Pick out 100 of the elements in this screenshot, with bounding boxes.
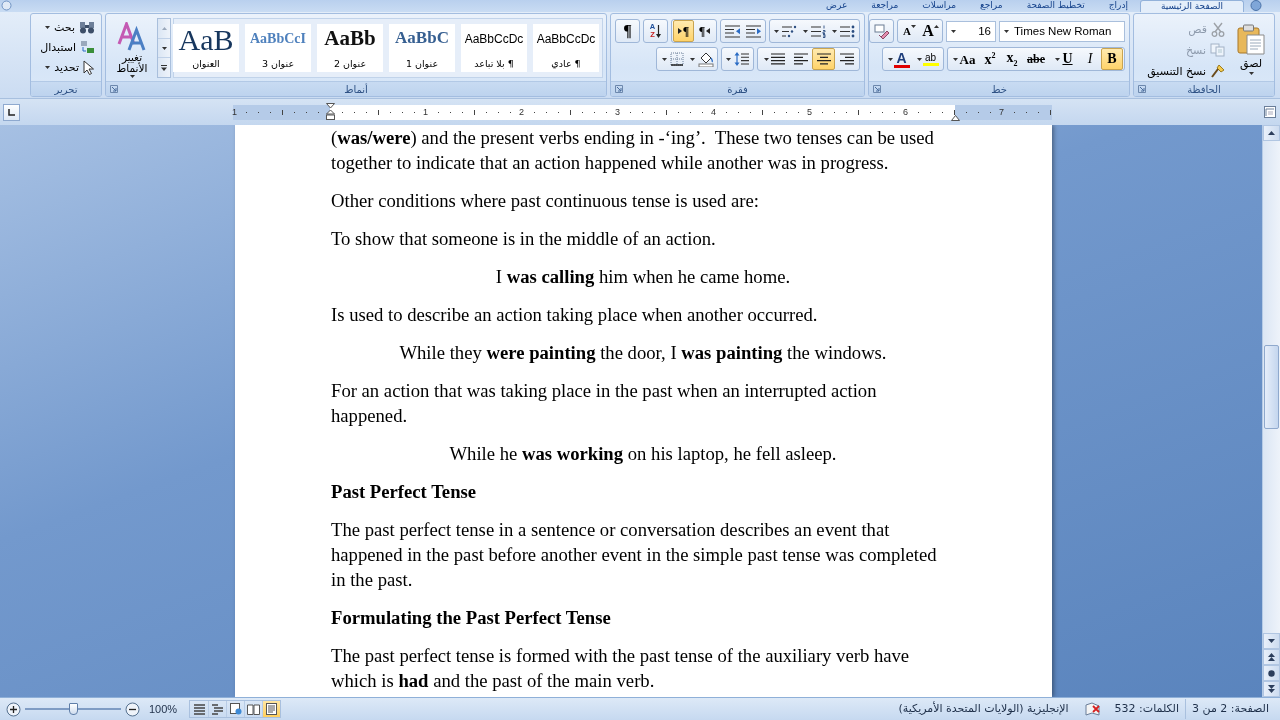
caret-icon xyxy=(774,29,779,33)
print-layout-button[interactable] xyxy=(262,701,281,717)
font-name-dropdown[interactable]: Times New Roman xyxy=(999,20,1125,42)
dialog-launcher-icon[interactable] xyxy=(873,85,881,93)
ribbon-tab[interactable]: مراجع xyxy=(968,0,1015,12)
ribbon-tab[interactable]: الصفحة الرئيسية xyxy=(1139,0,1244,12)
triangle-icon xyxy=(706,28,711,34)
change-case-button[interactable]: Aa xyxy=(949,48,979,70)
line-spacing-icon xyxy=(734,52,749,66)
language-indicator[interactable]: الإنجليزية (الولايات المتحدة الأمريكية) xyxy=(892,699,1079,719)
group-title: أنماط xyxy=(344,82,368,96)
format-painter-button[interactable]: نسخ التنسيق xyxy=(1144,61,1228,81)
shrink-font-button[interactable]: A xyxy=(899,20,920,42)
ribbon-tab[interactable]: مراسلات xyxy=(910,0,968,12)
indent-marker-icon[interactable] xyxy=(951,114,960,121)
minus-icon xyxy=(125,701,140,717)
scroll-down-button[interactable] xyxy=(1263,633,1280,649)
group-title: خط xyxy=(991,82,1007,96)
triangle-icon xyxy=(677,28,682,34)
right-to-left-button[interactable]: ¶ xyxy=(694,20,715,42)
ruler-toggle-button[interactable] xyxy=(1263,105,1277,119)
caret-icon xyxy=(1004,29,1009,33)
ruler-number: 1 xyxy=(232,105,237,118)
scroll-thumb[interactable] xyxy=(1264,345,1279,429)
font-size-dropdown[interactable]: 16 xyxy=(946,20,996,42)
down-arrow-icon xyxy=(656,24,662,38)
justify-icon xyxy=(770,53,785,65)
strikethrough-button[interactable]: abe xyxy=(1023,48,1049,70)
zoom-level[interactable]: 100% xyxy=(141,699,186,719)
underline-button[interactable]: U xyxy=(1049,48,1079,70)
copy-icon xyxy=(1210,43,1225,57)
caret-icon xyxy=(916,57,922,61)
grow-font-button[interactable]: A xyxy=(920,20,941,42)
bold-button[interactable]: B xyxy=(1101,48,1123,70)
up-caret-icon xyxy=(933,25,939,28)
caret-icon xyxy=(832,29,837,33)
italic-button[interactable]: I xyxy=(1079,48,1101,70)
ribbon-tab[interactable]: عرض xyxy=(814,0,860,12)
ruler-number: 1 xyxy=(423,105,428,118)
center-button[interactable] xyxy=(812,48,835,70)
next-page-button[interactable] xyxy=(1263,681,1280,697)
caret-icon xyxy=(1248,72,1254,75)
ribbon-tab[interactable]: مراجعة xyxy=(859,0,911,12)
subscript-button[interactable]: x$_{2}$ xyxy=(1001,48,1023,70)
superscript-button[interactable]: x$^{2}$ xyxy=(979,48,1001,70)
group-title: تحرير xyxy=(54,82,78,96)
select-button[interactable]: تحديد xyxy=(42,57,98,77)
group-title: الحافظة xyxy=(1187,82,1221,96)
font-color-button[interactable]: A xyxy=(884,48,913,70)
binoculars-icon xyxy=(79,20,95,34)
zoom-slider[interactable] xyxy=(25,702,121,716)
caret-icon xyxy=(129,74,135,78)
word-count[interactable]: الكلمات: 532 xyxy=(1108,699,1185,719)
paragraph: For an action that was taking place in the past when an interrupted action happened. xyxy=(331,379,878,428)
page-count[interactable]: الصفحة: 2 من 3 xyxy=(1185,699,1275,719)
border-grid-icon xyxy=(669,52,684,66)
replace-button[interactable]: استبدال xyxy=(37,37,98,57)
replace-icon xyxy=(80,40,95,54)
proofing-icon[interactable] xyxy=(1084,702,1101,716)
up-arrow-icon xyxy=(1268,131,1275,135)
caret-icon xyxy=(45,65,51,69)
outline-icon xyxy=(212,703,224,715)
tab-selector-button[interactable] xyxy=(3,103,20,121)
full-screen-reading-button[interactable] xyxy=(244,701,263,717)
web-page-icon xyxy=(229,703,242,715)
ribbon-tab[interactable]: تخطيط الصفحة xyxy=(1014,0,1097,12)
highlight-button[interactable]: ab xyxy=(913,48,942,70)
scissors-icon xyxy=(1211,21,1225,37)
vertical-scrollbar[interactable] xyxy=(1262,125,1280,697)
plus-icon xyxy=(6,701,21,717)
dialog-launcher-icon[interactable] xyxy=(1138,85,1146,93)
zoom-out-button[interactable] xyxy=(124,700,141,718)
paragraph: The past perfect tense is formed with the past tense of the auxiliary verb have which is had and the past of the main verb. xyxy=(331,644,911,693)
paragraph: To show that someone is in the middle of an action. xyxy=(331,227,717,251)
browse-object-button[interactable] xyxy=(1263,665,1280,681)
paste-button[interactable]: لصق xyxy=(1232,19,1270,79)
find-button[interactable]: بحث xyxy=(42,17,98,37)
indent-icon xyxy=(746,24,761,38)
example-sentence: While he was working on his laptop, he fell asleep. xyxy=(448,442,838,466)
ribbon-tab[interactable]: إدراج xyxy=(1096,0,1140,12)
caret-icon xyxy=(887,57,893,61)
left-to-right-button[interactable]: ¶ xyxy=(673,20,694,42)
caret-icon xyxy=(803,29,808,33)
color-swatch-icon xyxy=(922,63,939,66)
caret-icon xyxy=(1055,57,1061,61)
cursor-icon xyxy=(83,59,95,75)
zoom-in-button[interactable] xyxy=(5,700,22,718)
previous-page-button[interactable] xyxy=(1263,649,1280,665)
clipboard-icon xyxy=(1237,24,1265,55)
indent-marker-icon[interactable] xyxy=(326,102,335,120)
show-marks-button[interactable]: ¶ xyxy=(617,20,638,42)
change-styles-button[interactable]: تغيير الأنماط xyxy=(109,18,155,80)
slider-thumb[interactable] xyxy=(69,703,78,715)
dialog-launcher-icon[interactable] xyxy=(110,85,118,93)
align-left-icon xyxy=(793,53,808,65)
dialog-launcher-icon[interactable] xyxy=(615,85,623,93)
scroll-up-button[interactable] xyxy=(1263,125,1280,141)
numbered-list-icon xyxy=(811,24,826,38)
round-button-icon[interactable] xyxy=(1250,0,1262,11)
expand-icon xyxy=(161,64,167,71)
